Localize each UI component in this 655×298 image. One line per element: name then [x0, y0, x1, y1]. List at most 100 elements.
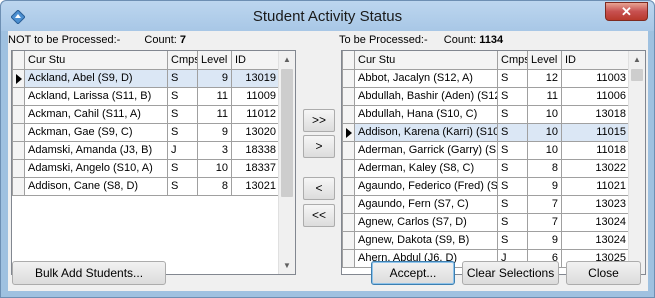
column-header[interactable]: Cur Stu [24, 51, 168, 70]
level-cell: 7 [527, 194, 562, 214]
scroll-thumb[interactable] [631, 69, 643, 81]
row-pointer-icon [16, 73, 22, 84]
id-cell: 13018 [561, 104, 630, 124]
table-row[interactable]: Agnew, Carlos (S7, D) S 7 13024 [342, 212, 630, 232]
column-header[interactable]: Level [527, 51, 562, 70]
id-cell: 11012 [231, 104, 280, 124]
scroll-down-arrow-icon[interactable]: ▼ [279, 257, 295, 274]
level-cell: 9 [527, 230, 562, 250]
row-selector[interactable] [12, 122, 25, 142]
level-cell: 8 [197, 176, 232, 196]
table-row[interactable]: Ackland, Larissa (S11, B) S 11 11009 [12, 86, 280, 106]
table-row[interactable]: Ackman, Cahil (S11, A) S 11 11012 [12, 104, 280, 124]
move-right-button[interactable]: > [303, 135, 335, 158]
student-name-cell: Addison, Cane (S8, D) [24, 176, 168, 196]
title-bar[interactable]: Student Activity Status ✕ [1, 1, 654, 31]
row-selector[interactable] [12, 158, 25, 178]
student-name-cell: Agaundo, Fern (S7, C) [354, 194, 498, 214]
id-cell: 11006 [561, 86, 630, 106]
table-row[interactable]: Abdullah, Hana (S10, C) S 10 13018 [342, 104, 630, 124]
row-selector[interactable] [342, 86, 355, 106]
row-selector[interactable] [342, 68, 355, 88]
id-cell: 13020 [231, 122, 280, 142]
row-selector[interactable] [12, 176, 25, 196]
window-title: Student Activity Status [252, 8, 403, 25]
level-cell: 10 [527, 104, 562, 124]
campus-cell: S [497, 176, 528, 196]
student-name-cell: Agnew, Carlos (S7, D) [354, 212, 498, 232]
to-be-processed-table: Cur Stu Cmps Level ID Abbot, Jacalyn (S12, … [342, 51, 630, 268]
dialog-client-area: NOT to be Processed:- Count: 7 To be Pro… [8, 31, 648, 291]
move-left-button[interactable]: < [303, 177, 335, 200]
close-button[interactable]: Close [566, 261, 641, 285]
campus-cell: S [497, 122, 528, 142]
student-name-cell: Abdullah, Hana (S10, C) [354, 104, 498, 124]
table-row[interactable]: Addison, Cane (S8, D) S 8 13021 [12, 176, 280, 196]
column-header[interactable]: Level [197, 51, 232, 70]
campus-cell: S [497, 212, 528, 232]
row-selector[interactable] [342, 194, 355, 214]
id-cell: 11003 [561, 68, 630, 88]
scroll-thumb[interactable] [281, 69, 293, 197]
move-all-left-button[interactable]: << [303, 204, 335, 227]
row-selector[interactable] [342, 104, 355, 124]
to-be-processed-grid[interactable]: Cur Stu Cmps Level ID Abbot, Jacalyn (S12, … [341, 50, 646, 275]
row-selector[interactable] [12, 68, 25, 88]
level-cell: 11 [197, 86, 232, 106]
not-processed-table: Cur Stu Cmps Level ID Ackland, Abel (S9, D)… [12, 51, 280, 196]
row-selector[interactable] [342, 158, 355, 178]
student-name-cell: Ackland, Abel (S9, D) [24, 68, 168, 88]
left-count-value: 7 [179, 34, 187, 46]
level-cell: 10 [197, 158, 232, 178]
column-header[interactable]: Cur Stu [354, 51, 498, 70]
row-selector[interactable] [342, 122, 355, 142]
level-cell: 9 [197, 122, 232, 142]
move-all-right-button[interactable]: >> [303, 109, 335, 132]
row-selector[interactable] [12, 140, 25, 160]
student-name-cell: Agnew, Dakota (S9, B) [354, 230, 498, 250]
left-status-line: NOT to be Processed:- Count: 7 [8, 34, 186, 46]
table-row[interactable]: Aderman, Garrick (Garry) (S10, A)S101101… [342, 140, 630, 160]
table-row[interactable]: Abdullah, Bashir (Aden) (S12, C)S1111006 [342, 86, 630, 106]
campus-cell: S [167, 86, 198, 106]
table-row[interactable]: Agaundo, Federico (Fred) (S9, B)S911021 [342, 176, 630, 196]
table-row[interactable]: Addison, Karena (Karri) (S10, C)S1011015 [342, 122, 630, 142]
table-row[interactable]: Abbot, Jacalyn (S12, A) S 12 11003 [342, 68, 630, 88]
campus-cell: S [497, 140, 528, 160]
row-selector[interactable] [342, 212, 355, 232]
campus-cell: S [497, 194, 528, 214]
table-row[interactable]: Agaundo, Fern (S7, C) S 7 13023 [342, 194, 630, 214]
row-selector[interactable] [342, 140, 355, 160]
clear-selections-button[interactable]: Clear Selections [462, 261, 559, 285]
table-row[interactable]: Agnew, Dakota (S9, B) S 9 13024 [342, 230, 630, 250]
accept-button[interactable]: Accept... [371, 261, 455, 285]
bulk-add-students-button[interactable]: Bulk Add Students... [12, 261, 166, 285]
left-panel-label: NOT to be Processed:- [8, 34, 121, 46]
scroll-up-arrow-icon[interactable]: ▲ [279, 51, 295, 68]
id-cell: 11021 [561, 176, 630, 196]
left-vertical-scrollbar[interactable]: ▲ ▼ [278, 51, 295, 274]
id-cell: 18337 [231, 158, 280, 178]
row-selector[interactable] [342, 176, 355, 196]
not-processed-grid[interactable]: Cur Stu Cmps Level ID Ackland, Abel (S9, D)… [11, 50, 296, 275]
row-selector[interactable] [342, 248, 355, 268]
close-icon[interactable]: ✕ [605, 2, 648, 21]
table-row[interactable]: Ackman, Gae (S9, C) S 9 13020 [12, 122, 280, 142]
column-header[interactable]: ID [231, 51, 280, 70]
table-row[interactable]: Aderman, Kaley (S8, C) S 8 13022 [342, 158, 630, 178]
row-header-corner [12, 51, 25, 70]
table-header-row: Cur Stu Cmps Level ID [12, 51, 280, 70]
column-header[interactable]: Cmps [497, 51, 528, 70]
table-row[interactable]: Adamski, Amanda (J3, B) J 3 18338 [12, 140, 280, 160]
table-row[interactable]: Ackland, Abel (S9, D) S 9 13019 [12, 68, 280, 88]
campus-cell: J [167, 140, 198, 160]
row-selector[interactable] [12, 86, 25, 106]
column-header[interactable]: Cmps [167, 51, 198, 70]
row-selector[interactable] [342, 230, 355, 250]
scroll-up-arrow-icon[interactable]: ▲ [629, 51, 645, 68]
column-header[interactable]: ID [561, 51, 630, 70]
table-row[interactable]: Adamski, Angelo (S10, A) S 10 18337 [12, 158, 280, 178]
row-selector[interactable] [12, 104, 25, 124]
right-vertical-scrollbar[interactable]: ▲ ▼ [628, 51, 645, 274]
campus-cell: S [167, 122, 198, 142]
